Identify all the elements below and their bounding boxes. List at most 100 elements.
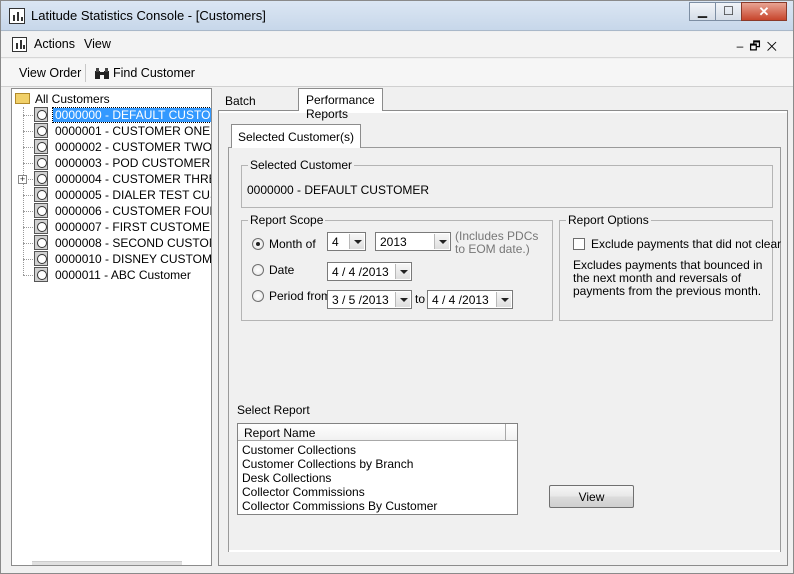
view-order-button[interactable]: View Order bbox=[19, 66, 81, 80]
mdi-restore-button[interactable]: 🗗 bbox=[749, 39, 766, 53]
tree-item[interactable]: 0000000 - DEFAULT CUSTOMER bbox=[12, 107, 211, 123]
minimize-button[interactable]: ▁ bbox=[689, 2, 716, 21]
month-select[interactable]: 4 bbox=[327, 232, 366, 251]
customer-icon bbox=[34, 107, 48, 122]
tree-guide-line bbox=[23, 147, 33, 148]
date-radio[interactable] bbox=[252, 264, 264, 276]
period-to-value: 4 / 4 /2013 bbox=[432, 293, 489, 307]
customer-icon bbox=[34, 219, 48, 234]
tree-item[interactable]: 0000002 - CUSTOMER TWO bbox=[12, 139, 211, 155]
report-list-header: Report Name bbox=[238, 424, 517, 441]
month-select-value: 4 bbox=[332, 235, 339, 249]
customer-icon bbox=[34, 251, 48, 266]
tree-guide-line bbox=[23, 163, 33, 164]
month-note: (Includes PDCs to EOM date.) bbox=[455, 229, 539, 256]
close-icon: ✕ bbox=[758, 4, 770, 19]
selected-customer-legend: Selected Customer bbox=[250, 158, 353, 172]
tree-item[interactable]: 0000010 - DISNEY CUSTOMER bbox=[12, 251, 211, 267]
tree-item[interactable]: 0000007 - FIRST CUSTOMER bbox=[12, 219, 212, 235]
customer-icon bbox=[34, 155, 48, 170]
maximize-button[interactable]: ☐ bbox=[715, 2, 742, 21]
customer-tree[interactable]: All Customers 0000000 - DEFAULT CUSTOMER… bbox=[11, 88, 212, 566]
report-list-item[interactable]: Collector Commissions By Customer bbox=[242, 499, 437, 513]
title-bar: Latitude Statistics Console - [Customers… bbox=[1, 1, 793, 31]
close-button[interactable]: ✕ bbox=[741, 2, 787, 21]
child-window-icon[interactable] bbox=[12, 37, 27, 52]
date-picker[interactable]: 4 / 4 /2013 bbox=[327, 262, 412, 281]
chevron-down-icon[interactable] bbox=[349, 234, 364, 249]
report-list-item[interactable]: Customer Collections by Branch bbox=[242, 457, 413, 471]
month-of-label: Month of bbox=[269, 237, 316, 251]
tree-item[interactable]: 0000008 - SECOND CUSTOMER bbox=[12, 235, 211, 251]
customer-icon bbox=[34, 123, 48, 138]
period-from-picker[interactable]: 3 / 5 /2013 bbox=[327, 290, 412, 309]
select-report-label: Select Report bbox=[237, 403, 310, 417]
tree-guide-line bbox=[23, 243, 33, 244]
chevron-down-icon[interactable] bbox=[395, 264, 410, 279]
report-list-item[interactable]: Customer Collections bbox=[242, 443, 356, 457]
menu-bar: Actions View –🗗✕ bbox=[1, 32, 793, 58]
menu-view[interactable]: View bbox=[84, 37, 111, 51]
customer-icon bbox=[34, 235, 48, 250]
panel-splitter[interactable] bbox=[213, 88, 216, 566]
tree-guide-line bbox=[23, 211, 33, 212]
selected-customer-value: 0000000 - DEFAULT CUSTOMER bbox=[247, 183, 430, 197]
tree-root-label: All Customers bbox=[35, 92, 110, 106]
tree-root[interactable]: All Customers bbox=[12, 91, 211, 107]
tab-batch-reports[interactable]: Batch Reports bbox=[218, 91, 274, 122]
customer-icon bbox=[34, 171, 48, 186]
chevron-down-icon[interactable] bbox=[395, 292, 410, 307]
tab-performance-reports[interactable]: Performance Reports bbox=[298, 88, 383, 121]
tree-item[interactable]: +0000004 - CUSTOMER THREE bbox=[12, 171, 212, 187]
tree-horizontal-scrollbar[interactable] bbox=[32, 561, 182, 565]
tree-item-label: 0000004 - CUSTOMER THREE bbox=[55, 172, 212, 186]
report-list-item[interactable]: Collector Commissions bbox=[242, 485, 365, 499]
report-scope-legend: Report Scope bbox=[250, 213, 324, 227]
chevron-down-icon[interactable] bbox=[496, 292, 511, 307]
report-list-item[interactable]: Desk Collections bbox=[242, 471, 331, 485]
date-label: Date bbox=[269, 263, 295, 277]
tree-guide-line bbox=[23, 131, 33, 132]
period-radio[interactable] bbox=[252, 290, 264, 302]
app-stats-icon bbox=[9, 8, 25, 24]
exclude-payments-label[interactable]: Exclude payments that did not clear bbox=[591, 237, 781, 251]
chevron-down-icon[interactable] bbox=[434, 234, 449, 249]
menu-actions[interactable]: Actions bbox=[34, 37, 75, 51]
report-list[interactable]: Report Name Customer Collections Custome… bbox=[237, 423, 518, 515]
window-controls: ▁ ☐ ✕ bbox=[689, 2, 787, 21]
tree-item-label: 0000001 - CUSTOMER ONE bbox=[55, 124, 211, 138]
tree-item-label: 0000007 - FIRST CUSTOMER bbox=[55, 220, 212, 234]
year-select[interactable]: 2013 bbox=[375, 232, 451, 251]
mdi-controls: –🗗✕ bbox=[737, 37, 783, 58]
report-options-legend: Report Options bbox=[568, 213, 649, 227]
customer-icon bbox=[34, 203, 48, 218]
period-from-value: 3 / 5 /2013 bbox=[332, 293, 389, 307]
mdi-close-button[interactable]: ✕ bbox=[767, 39, 783, 53]
period-to-picker[interactable]: 4 / 4 /2013 bbox=[427, 290, 513, 309]
window-title: Latitude Statistics Console - [Customers… bbox=[31, 8, 266, 23]
tree-item[interactable]: 0000011 - ABC Customer bbox=[12, 267, 211, 283]
expand-icon[interactable]: + bbox=[18, 175, 27, 184]
minimize-icon: ▁ bbox=[697, 4, 708, 18]
year-select-value: 2013 bbox=[380, 235, 407, 249]
tree-item[interactable]: 0000005 - DIALER TEST CUSTOMER bbox=[12, 187, 211, 203]
mdi-minimize-button[interactable]: – bbox=[737, 39, 750, 53]
customer-icon bbox=[34, 267, 48, 282]
tree-guide-line bbox=[23, 227, 33, 228]
tab-selected-customers[interactable]: Selected Customer(s) bbox=[231, 124, 362, 148]
month-of-radio[interactable] bbox=[252, 238, 264, 250]
customer-icon bbox=[34, 187, 48, 202]
tree-item[interactable]: 0000001 - CUSTOMER ONE bbox=[12, 123, 211, 139]
tree-item-label: 0000000 - DEFAULT CUSTOMER bbox=[51, 107, 211, 123]
tree-item[interactable]: 0000003 - POD CUSTOMER bbox=[12, 155, 211, 171]
column-report-name[interactable]: Report Name bbox=[238, 424, 506, 441]
find-customer-button[interactable]: Find Customer bbox=[113, 66, 195, 80]
exclude-payments-checkbox[interactable] bbox=[573, 238, 585, 250]
tree-item-label: 0000003 - POD CUSTOMER bbox=[55, 156, 211, 170]
period-from-label: Period from bbox=[269, 289, 332, 303]
date-picker-value: 4 / 4 /2013 bbox=[332, 265, 389, 279]
tree-item[interactable]: 0000006 - CUSTOMER FOUR bbox=[12, 203, 211, 219]
tree-item-label: 0000011 - ABC Customer bbox=[55, 268, 191, 282]
view-button[interactable]: View bbox=[549, 485, 634, 508]
customer-icon bbox=[34, 139, 48, 154]
